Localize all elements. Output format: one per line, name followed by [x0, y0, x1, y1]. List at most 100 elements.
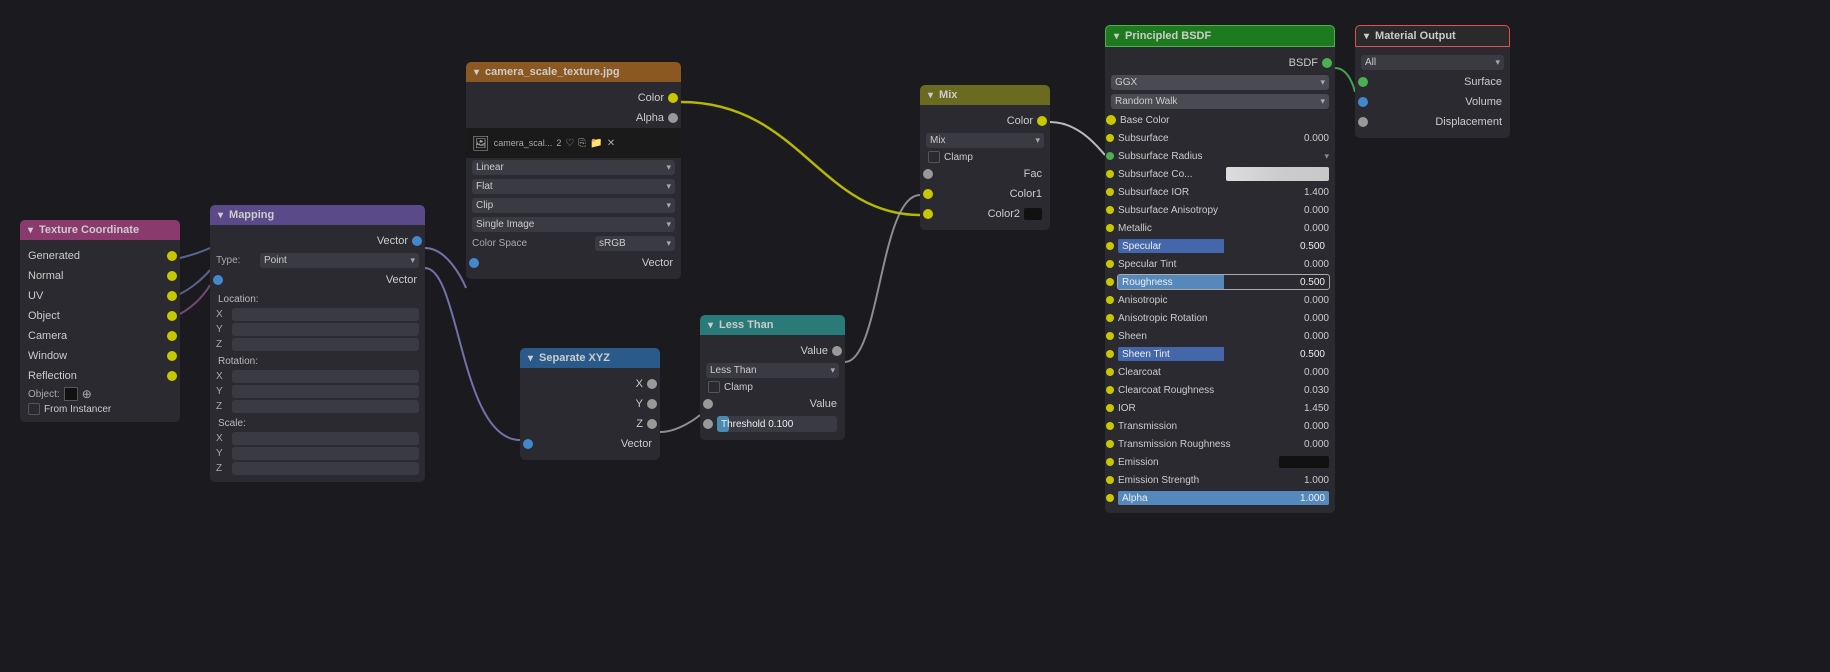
camtex-interpolation-dropdown[interactable]: Linear — [472, 160, 675, 175]
bsdf-transmission-roughness-socket[interactable] — [1106, 440, 1114, 448]
mapping-collapse-icon[interactable]: ▾ — [218, 210, 223, 221]
texcoord-window-socket[interactable] — [167, 351, 177, 361]
mapping-loc-z-input[interactable]: 1.4 m — [232, 338, 419, 351]
bsdf-subsurface-aniso-socket[interactable] — [1106, 206, 1114, 214]
sepxyz-y-output-socket[interactable] — [647, 399, 657, 409]
texcoord-reflection-socket[interactable] — [167, 371, 177, 381]
lessthan-threshold-input-socket[interactable] — [703, 419, 713, 429]
matout-surface-input-socket[interactable] — [1358, 77, 1368, 87]
lessthan-operation-dropdown[interactable]: Less Than — [706, 363, 839, 378]
camtex-collapse-icon[interactable]: ▾ — [474, 67, 479, 78]
lessthan-clamp-checkbox[interactable] — [708, 381, 720, 393]
lessthan-threshold-value: 0.100 — [768, 419, 793, 430]
texcoord-normal-socket[interactable] — [167, 271, 177, 281]
texcoord-from-instancer-checkbox[interactable] — [28, 403, 40, 415]
bsdf-output-socket[interactable] — [1322, 58, 1332, 68]
matout-collapse-icon[interactable]: ▾ — [1364, 31, 1369, 42]
sepxyz-collapse-icon[interactable]: ▾ — [528, 353, 533, 364]
bsdf-metallic-socket[interactable] — [1106, 224, 1114, 232]
texcoord-eyedropper-icon[interactable]: ⊕ — [82, 387, 92, 401]
texcoord-camera-socket[interactable] — [167, 331, 177, 341]
bsdf-subsurface-radius-socket[interactable] — [1106, 152, 1114, 160]
lessthan-value-output-socket[interactable] — [832, 346, 842, 356]
bsdf-sheen-tint-socket[interactable] — [1106, 350, 1114, 358]
bsdf-ior-socket[interactable] — [1106, 404, 1114, 412]
camtex-close-icon[interactable]: ✕ — [607, 138, 615, 149]
camtex-colorspace-row: Color Space sRGB — [466, 234, 681, 253]
mix-color2-swatch[interactable] — [1024, 208, 1042, 220]
bsdf-roughness-socket[interactable] — [1106, 278, 1114, 286]
bsdf-anisotropic-label: Anisotropic — [1118, 295, 1285, 306]
camtex-projection-dropdown[interactable]: Flat — [472, 179, 675, 194]
matout-target-dropdown[interactable]: All — [1361, 55, 1504, 70]
mapping-loc-y-input[interactable]: -0.42 m — [232, 323, 419, 336]
lessthan-clamp-label: Clamp — [724, 382, 753, 393]
bsdf-anisotropic-rotation-socket[interactable] — [1106, 314, 1114, 322]
mix-clamp-checkbox[interactable] — [928, 151, 940, 163]
lessthan-collapse-icon[interactable]: ▾ — [708, 320, 713, 331]
bsdf-base-color-socket[interactable] — [1106, 115, 1116, 125]
sepxyz-vector-input-socket[interactable] — [523, 439, 533, 449]
mapping-rot-y-input[interactable]: 0° — [232, 385, 419, 398]
bsdf-specular-tint-socket[interactable] — [1106, 260, 1114, 268]
bsdf-clearcoat-roughness-socket[interactable] — [1106, 386, 1114, 394]
mapping-scale-y-input[interactable]: 1.320 — [232, 447, 419, 460]
lessthan-value-input-socket[interactable] — [703, 399, 713, 409]
bsdf-distribution-dropdown[interactable]: GGX — [1111, 75, 1329, 90]
bsdf-emission-socket[interactable] — [1106, 458, 1114, 466]
bsdf-sheen-tint-bar[interactable]: Sheen Tint 0.500 — [1118, 347, 1329, 361]
texture-coordinate-node: ▾ Texture Coordinate Generated Normal UV… — [20, 220, 180, 422]
bsdf-alpha-socket[interactable] — [1106, 494, 1114, 502]
bsdf-transmission-socket[interactable] — [1106, 422, 1114, 430]
mapping-rot-x-input[interactable]: 0° — [232, 370, 419, 383]
bsdf-subsurface-radius-label: Subsurface Radius — [1118, 151, 1320, 162]
bsdf-specular-bar[interactable]: Specular 0.500 — [1118, 239, 1329, 253]
bsdf-roughness-bar[interactable]: Roughness 0.500 — [1118, 275, 1329, 289]
bsdf-collapse-icon[interactable]: ▾ — [1114, 31, 1119, 42]
camtex-source-dropdown[interactable]: Single Image — [472, 217, 675, 232]
bsdf-anisotropic-socket[interactable] — [1106, 296, 1114, 304]
mapping-scale-z-input[interactable]: 1.320 — [232, 462, 419, 475]
camtex-vector-input-socket[interactable] — [469, 258, 479, 268]
lessthan-value-input-label: Value — [810, 398, 837, 410]
sepxyz-z-output-socket[interactable] — [647, 419, 657, 429]
mix-color1-input-socket[interactable] — [923, 189, 933, 199]
mix-color2-input-row: Color2 — [920, 204, 1050, 224]
bsdf-subsurface-socket[interactable] — [1106, 134, 1114, 142]
mapping-rot-z-input[interactable]: 0° — [232, 400, 419, 413]
mapping-loc-x-input[interactable]: 0 m — [232, 308, 419, 321]
camtex-extension-dropdown[interactable]: Clip — [472, 198, 675, 213]
camtex-alpha-output-socket[interactable] — [668, 113, 678, 123]
camtex-colorspace-dropdown[interactable]: sRGB — [595, 236, 675, 251]
bsdf-clearcoat-socket[interactable] — [1106, 368, 1114, 376]
bsdf-specular-socket[interactable] — [1106, 242, 1114, 250]
texcoord-collapse-icon[interactable]: ▾ — [28, 225, 33, 236]
mapping-type-dropdown[interactable]: Point — [260, 253, 419, 268]
lessthan-threshold-bar[interactable]: Threshold 0.100 — [717, 416, 837, 432]
mapping-scale-x-input[interactable]: 1.320 — [232, 432, 419, 445]
texcoord-generated-socket[interactable] — [167, 251, 177, 261]
bsdf-subsurface-color-swatch[interactable] — [1226, 167, 1330, 181]
mix-color-output-socket[interactable] — [1037, 116, 1047, 126]
matout-volume-input-socket[interactable] — [1358, 97, 1368, 107]
bsdf-subsurface-ior-socket[interactable] — [1106, 188, 1114, 196]
camtex-color-output-socket[interactable] — [668, 93, 678, 103]
bsdf-subsurface-method-dropdown[interactable]: Random Walk — [1111, 94, 1329, 109]
texcoord-object-swatch[interactable] — [64, 387, 78, 401]
mix-fac-input-socket[interactable] — [923, 169, 933, 179]
bsdf-alpha-bar[interactable]: Alpha 1.000 — [1118, 491, 1329, 505]
bsdf-emission-strength-socket[interactable] — [1106, 476, 1114, 484]
texcoord-object-socket[interactable] — [167, 311, 177, 321]
mix-operation-dropdown[interactable]: Mix — [926, 133, 1044, 148]
mix-collapse-icon[interactable]: ▾ — [928, 90, 933, 101]
mapping-title: Mapping — [229, 209, 274, 221]
matout-displacement-input-socket[interactable] — [1358, 117, 1368, 127]
mix-color2-input-socket[interactable] — [923, 209, 933, 219]
sepxyz-x-output-socket[interactable] — [647, 379, 657, 389]
texcoord-uv-socket[interactable] — [167, 291, 177, 301]
mapping-vector-input-socket[interactable] — [213, 275, 223, 285]
mapping-vector-output-socket[interactable] — [412, 236, 422, 246]
bsdf-subsurface-color-socket[interactable] — [1106, 170, 1114, 178]
bsdf-emission-swatch[interactable] — [1279, 456, 1329, 468]
bsdf-sheen-socket[interactable] — [1106, 332, 1114, 340]
